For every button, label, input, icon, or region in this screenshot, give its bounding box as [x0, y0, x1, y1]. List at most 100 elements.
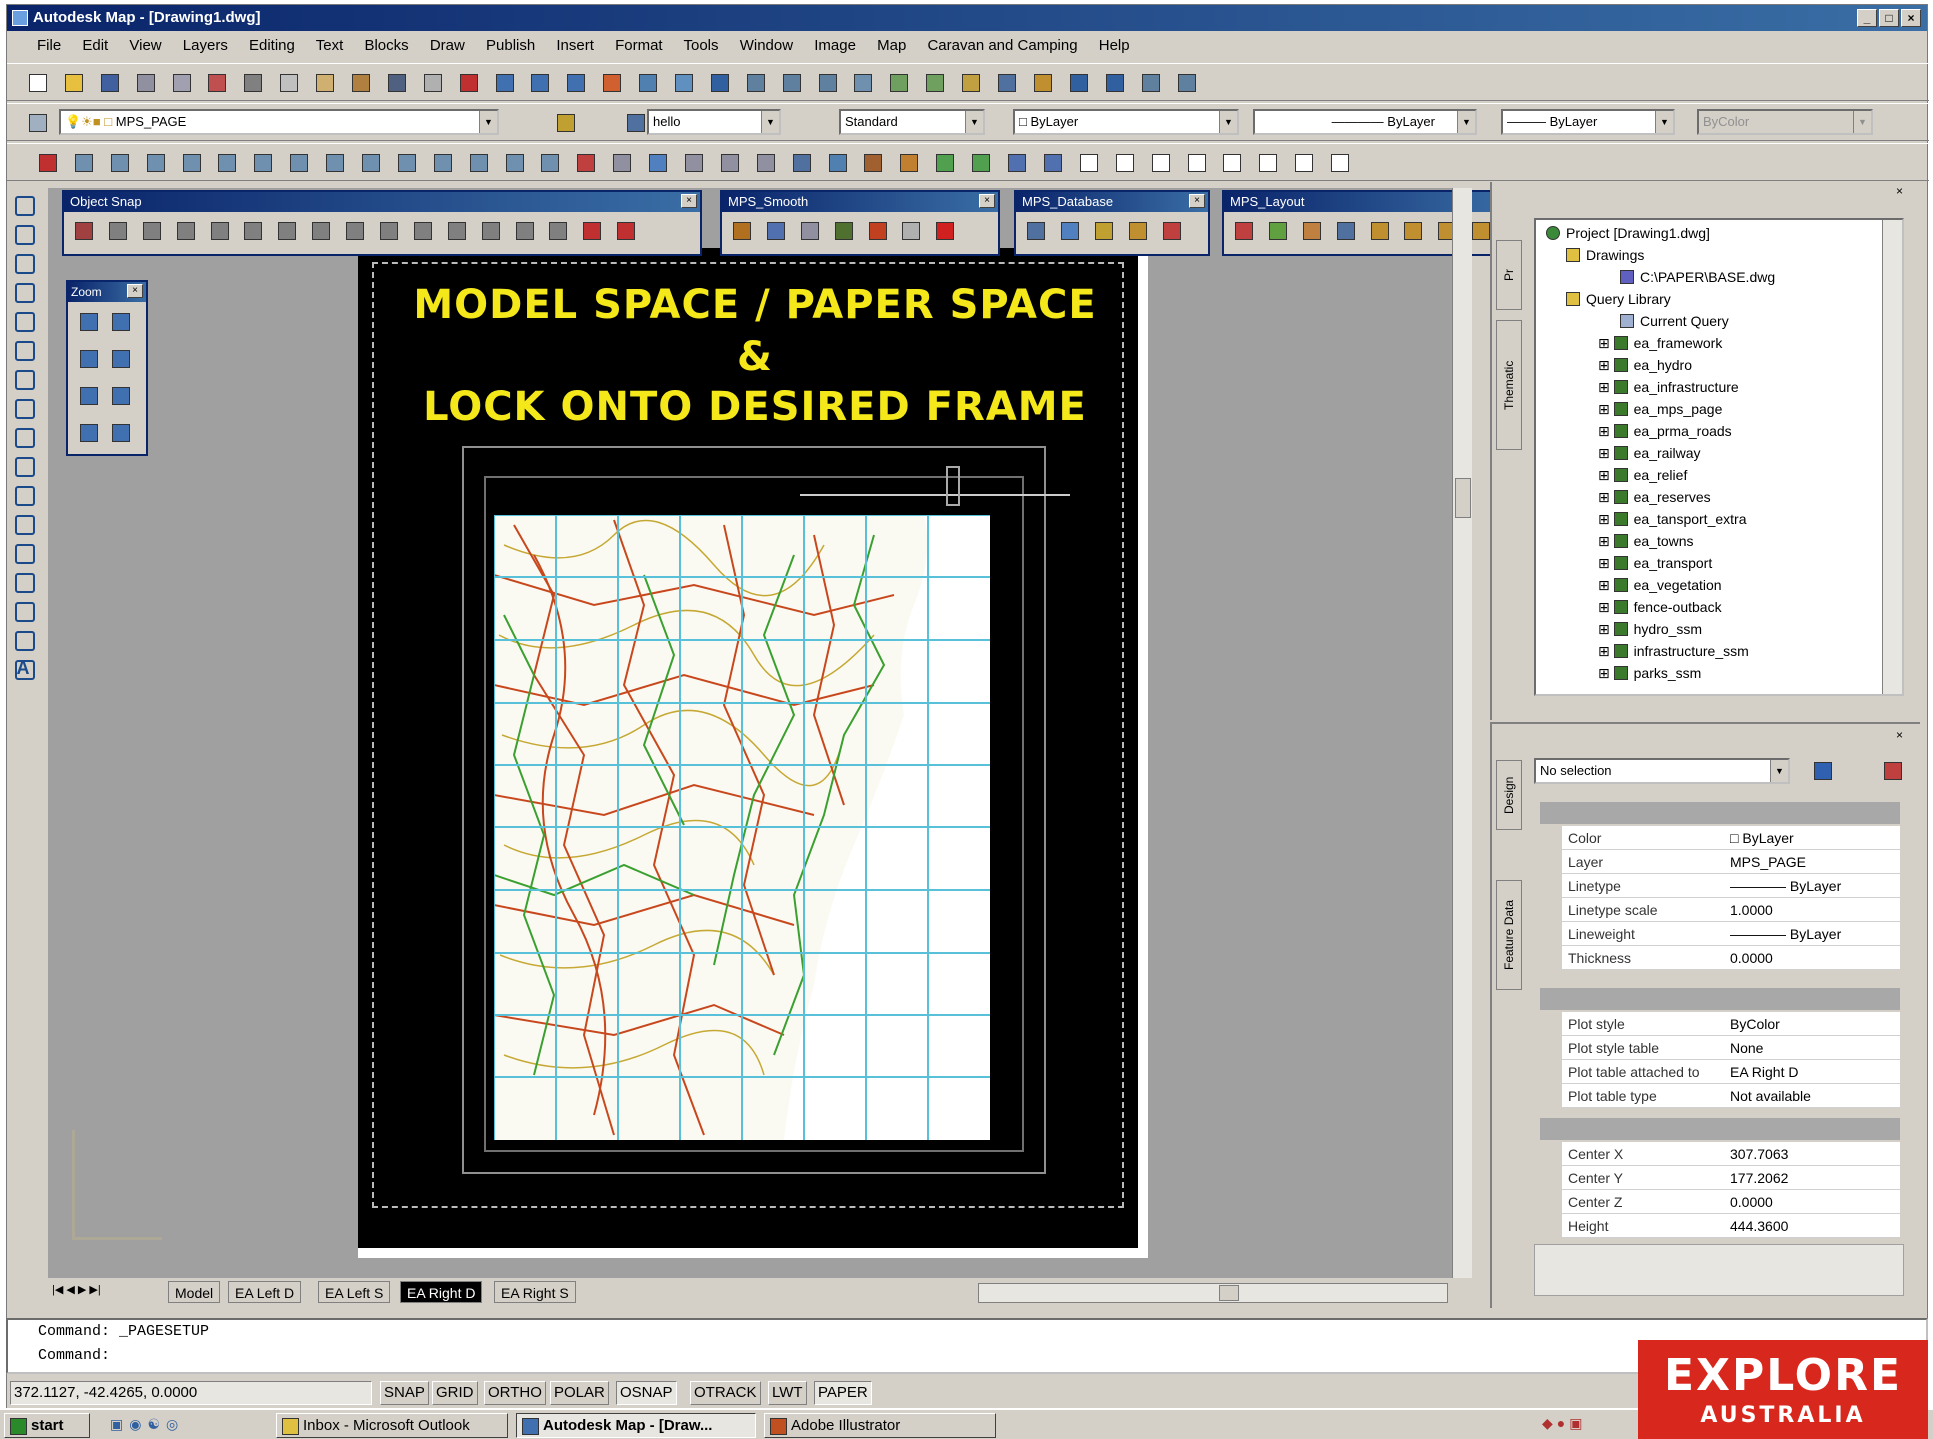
prop-row[interactable]: Lineweight ———— ByLayer: [1562, 922, 1900, 946]
snap-parallel-icon[interactable]: [442, 216, 470, 244]
canvas-vertical-scrollbar[interactable]: [1452, 188, 1472, 1278]
tree-drawing-file[interactable]: C:\PAPER\BASE.dwg: [1620, 266, 1775, 288]
smooth-cancel-icon[interactable]: [930, 216, 958, 244]
layer-dropdown[interactable]: 💡☀■ □ MPS_PAGE ▼: [59, 109, 499, 135]
database-tool-3-icon[interactable]: [1089, 216, 1117, 244]
menu-publish[interactable]: Publish: [486, 37, 535, 54]
polyline-icon[interactable]: [10, 249, 36, 275]
menu-format[interactable]: Format: [615, 37, 663, 54]
snap-insert-icon[interactable]: [476, 216, 504, 244]
tree-scrollbar[interactable]: [1882, 220, 1902, 694]
expand-icon[interactable]: ⊞: [1598, 467, 1614, 483]
smooth-tool-4-icon[interactable]: [829, 216, 857, 244]
menu-edit[interactable]: Edit: [82, 37, 108, 54]
zoom-previous-icon[interactable]: [561, 68, 589, 96]
menu-window[interactable]: Window: [740, 37, 793, 54]
construction-line-icon[interactable]: [10, 220, 36, 246]
expand-icon[interactable]: ⊞: [1598, 335, 1614, 351]
select-objects-icon[interactable]: [1878, 756, 1906, 784]
zoom-realtime-icon[interactable]: [490, 68, 518, 96]
mps-database-title[interactable]: MPS_Database ×: [1016, 192, 1208, 212]
close-button[interactable]: ×: [1901, 9, 1921, 27]
join-icon[interactable]: [464, 148, 492, 176]
tree-item[interactable]: ⊞ fence-outback: [1598, 596, 1722, 618]
stretch-icon[interactable]: [320, 148, 348, 176]
smooth-tool-5-icon[interactable]: [863, 216, 891, 244]
text-style-dropdown[interactable]: hello ▼: [647, 109, 781, 135]
menu-insert[interactable]: Insert: [556, 37, 594, 54]
expand-icon[interactable]: ⊞: [1598, 489, 1614, 505]
snap-tangent-icon[interactable]: [374, 216, 402, 244]
snap-midpoint-icon[interactable]: [171, 216, 199, 244]
open-icon[interactable]: [59, 68, 87, 96]
database-tool-1-icon[interactable]: [1021, 216, 1049, 244]
grid-toggle[interactable]: GRID: [432, 1381, 478, 1405]
tree-item[interactable]: ⊞ ea_towns: [1598, 530, 1694, 552]
layout-tool-2-icon[interactable]: [1263, 216, 1291, 244]
menu-tools[interactable]: Tools: [684, 37, 719, 54]
maximize-button[interactable]: □: [1879, 9, 1899, 27]
zoom-in-icon[interactable]: [74, 381, 102, 409]
tree-drawings[interactable]: Drawings: [1566, 244, 1644, 266]
tree-item[interactable]: ⊞ ea_framework: [1598, 332, 1722, 354]
prop-row[interactable]: Layer MPS_PAGE: [1562, 850, 1900, 874]
array-icon[interactable]: [177, 148, 205, 176]
snap-endpoint-icon[interactable]: [137, 216, 165, 244]
insert-block-icon[interactable]: [10, 510, 36, 536]
expand-icon[interactable]: ⊞: [1598, 555, 1614, 571]
database-tool-4-icon[interactable]: [1123, 216, 1151, 244]
layout-tool-6-icon[interactable]: [1398, 216, 1426, 244]
snap-from-icon[interactable]: [103, 216, 131, 244]
map-tool-8-icon[interactable]: [992, 68, 1020, 96]
line-icon[interactable]: [10, 191, 36, 217]
tree-item[interactable]: ⊞ ea_mps_page: [1598, 398, 1722, 420]
erase-icon[interactable]: [33, 148, 61, 176]
ortho-toggle[interactable]: ORTHO: [484, 1381, 546, 1405]
osnap-settings-icon[interactable]: [611, 216, 639, 244]
match-properties-icon[interactable]: [346, 68, 374, 96]
map-edit-1-icon[interactable]: [607, 148, 635, 176]
prop-row[interactable]: Center Z 0.0000: [1562, 1190, 1900, 1214]
section-plot-style[interactable]: [1540, 988, 1900, 1010]
prop-row[interactable]: Plot style table None: [1562, 1036, 1900, 1060]
horizontal-scrollbar[interactable]: [978, 1283, 1448, 1303]
lineweight-dropdown[interactable]: ——— ByLayer ▼: [1501, 109, 1675, 135]
menu-draw[interactable]: Draw: [430, 37, 465, 54]
scroll-thumb[interactable]: [1219, 1285, 1239, 1301]
map-tool-2-icon[interactable]: [777, 68, 805, 96]
point-icon[interactable]: [10, 568, 36, 594]
menu-help[interactable]: Help: [1099, 37, 1130, 54]
expand-icon[interactable]: ⊞: [1598, 533, 1614, 549]
otrack-toggle[interactable]: OTRACK: [690, 1381, 761, 1405]
zoom-out-icon[interactable]: [106, 381, 134, 409]
expand-icon[interactable]: ⊞: [1598, 665, 1614, 681]
copy-icon[interactable]: [274, 68, 302, 96]
publish-icon[interactable]: [202, 68, 230, 96]
prop-row[interactable]: Plot style ByColor: [1562, 1012, 1900, 1036]
scale-icon[interactable]: [284, 148, 312, 176]
zoom-window-icon[interactable]: [525, 68, 553, 96]
close-icon[interactable]: ×: [1896, 184, 1903, 198]
save-icon[interactable]: [95, 68, 123, 96]
text-tool-1-icon[interactable]: [1074, 148, 1102, 176]
smooth-tool-3-icon[interactable]: [795, 216, 823, 244]
map-edit-3-icon[interactable]: [679, 148, 707, 176]
toggle-pickadd-icon[interactable]: [1808, 756, 1836, 784]
map-edit-8-icon[interactable]: [858, 148, 886, 176]
tree-item[interactable]: ⊞ infrastructure_ssm: [1598, 640, 1749, 662]
prop-row[interactable]: Thickness 0.0000: [1562, 946, 1900, 970]
snap-toggle[interactable]: SNAP: [380, 1381, 429, 1405]
mirror-icon[interactable]: [105, 148, 133, 176]
print-icon[interactable]: [131, 68, 159, 96]
move-icon[interactable]: [212, 148, 240, 176]
close-icon[interactable]: ×: [681, 194, 697, 208]
menu-editing[interactable]: Editing: [249, 37, 295, 54]
close-icon[interactable]: ×: [127, 284, 143, 298]
expand-icon[interactable]: ⊞: [1598, 511, 1614, 527]
menu-caravan[interactable]: Caravan and Camping: [927, 37, 1077, 54]
map-tool-1-icon[interactable]: [741, 68, 769, 96]
make-layer-current-icon[interactable]: [551, 108, 579, 136]
expand-icon[interactable]: ⊞: [1598, 621, 1614, 637]
prop-row[interactable]: Color □ ByLayer: [1562, 826, 1900, 850]
scroll-thumb[interactable]: [1455, 478, 1471, 518]
